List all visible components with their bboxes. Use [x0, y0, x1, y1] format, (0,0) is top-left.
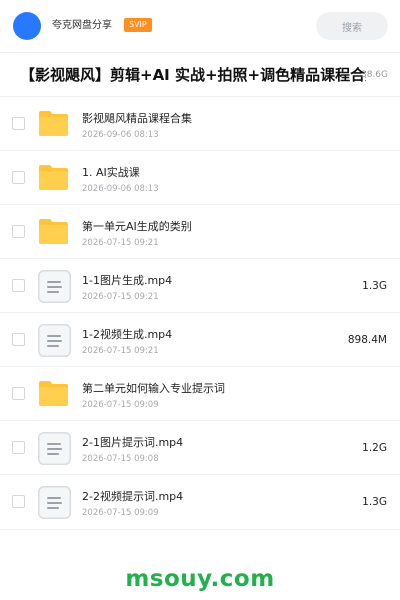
sharer-name: 夸克网盘分享	[52, 20, 112, 31]
file-date: 2026-07-15 09:21	[82, 292, 159, 302]
file-name: 2-2视频提示词.mp4	[82, 490, 184, 503]
folder-icon	[38, 216, 69, 247]
file-row[interactable]: 1-1图片生成.mp4 2026-07-15 09:21 1.3G	[0, 258, 400, 312]
file-row[interactable]: 1-2视频生成.mp4 2026-07-15 09:21 898.4M	[0, 312, 400, 366]
file-name: 1-2视频生成.mp4	[82, 328, 173, 341]
file-name: 第一单元AI生成的类别	[82, 220, 192, 233]
file-icon	[38, 324, 71, 357]
search-placeholder: 搜索	[342, 22, 362, 34]
select-checkbox[interactable]	[12, 279, 25, 292]
select-checkbox[interactable]	[12, 333, 25, 346]
select-checkbox[interactable]	[12, 495, 25, 508]
file-name: 1-1图片生成.mp4	[82, 274, 173, 287]
file-size: 898.4M	[347, 334, 387, 346]
share-title-row: 【影视飓风】剪辑+AI 实战+拍照+调色精品课程合集 38.6G	[0, 53, 400, 97]
file-icon	[38, 270, 71, 303]
file-list: 影视飓风精品课程合集 2026-09-06 08:13 1. AI实战课 2026-0…	[0, 96, 400, 528]
folder-icon	[38, 108, 69, 139]
file-size: 1.3G	[362, 496, 387, 508]
select-checkbox[interactable]	[12, 171, 25, 184]
folder-icon	[38, 162, 69, 193]
watermark: msouy.com	[125, 566, 275, 592]
page-title: 【影视飓风】剪辑+AI 实战+拍照+调色精品课程合集	[20, 66, 366, 84]
select-checkbox[interactable]	[12, 117, 25, 130]
file-date: 2026-07-15 09:09	[82, 400, 159, 410]
file-date: 2026-09-06 08:13	[82, 184, 159, 194]
select-checkbox[interactable]	[12, 441, 25, 454]
file-icon	[38, 486, 71, 519]
file-name: 影视飓风精品课程合集	[82, 112, 192, 125]
file-icon	[38, 432, 71, 465]
file-size: 1.3G	[362, 280, 387, 292]
file-date: 2026-07-15 09:08	[82, 454, 159, 464]
avatar[interactable]	[13, 12, 41, 40]
file-size: 1.2G	[362, 442, 387, 454]
svip-badge: SVIP	[124, 18, 152, 32]
file-name: 2-1图片提示词.mp4	[82, 436, 184, 449]
file-row[interactable]: 影视飓风精品课程合集 2026-09-06 08:13	[0, 96, 400, 150]
file-date: 2026-07-15 09:21	[82, 346, 159, 356]
file-date: 2026-07-15 09:21	[82, 238, 159, 248]
file-date: 2026-09-06 08:13	[82, 130, 159, 140]
file-row[interactable]: 2-1图片提示词.mp4 2026-07-15 09:08 1.2G	[0, 420, 400, 474]
file-row[interactable]: 1. AI实战课 2026-09-06 08:13	[0, 150, 400, 204]
file-row[interactable]: 第二单元如何输入专业提示词 2026-07-15 09:09	[0, 366, 400, 420]
file-row[interactable]: 2-2视频提示词.mp4 2026-07-15 09:09 1.3G	[0, 474, 400, 528]
file-row[interactable]: 第一单元AI生成的类别 2026-07-15 09:21	[0, 204, 400, 258]
file-name: 1. AI实战课	[82, 166, 140, 179]
total-size: 38.6G	[360, 70, 388, 80]
search-input[interactable]: 搜索	[316, 12, 388, 40]
select-checkbox[interactable]	[12, 387, 25, 400]
select-checkbox[interactable]	[12, 225, 25, 238]
list-end-divider	[0, 529, 400, 530]
file-date: 2026-07-15 09:09	[82, 508, 159, 518]
file-name: 第二单元如何输入专业提示词	[82, 382, 225, 395]
header-bar: 夸克网盘分享 SVIP 搜索	[0, 0, 400, 52]
folder-icon	[38, 378, 69, 409]
